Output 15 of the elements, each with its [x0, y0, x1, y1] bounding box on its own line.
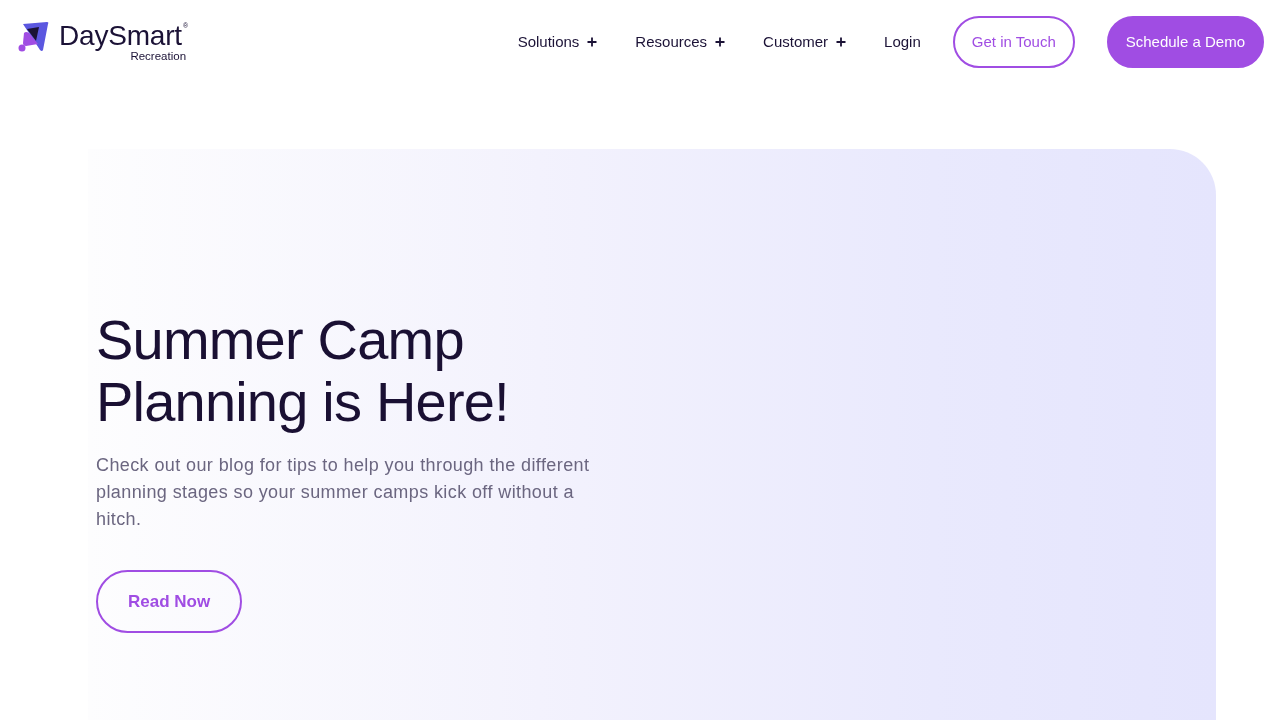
demo-button[interactable]: Schedule a Demo [1106, 15, 1264, 68]
brand-tagline: Recreation [130, 50, 187, 63]
nav-menu-link[interactable]: Customer [763, 33, 847, 50]
nav-menu-link[interactable]: Solutions [517, 33, 598, 50]
plus-icon [715, 36, 726, 47]
logo-icon [18, 22, 49, 52]
contact-button[interactable]: Get in Touch [952, 15, 1075, 68]
read-now-button[interactable]: Read Now [96, 570, 243, 633]
hero-description: Check out our blog for tips to help you through the different planning stages so your summer camps kick off without a hitch. [96, 454, 591, 531]
nav-link[interactable]: Login [884, 33, 921, 50]
nav-menu-link[interactable]: Resources [635, 33, 726, 50]
brand-name: DaySmart [59, 22, 182, 50]
plus-icon [587, 36, 598, 47]
hero-title: Summer Camp Planning is Here! [96, 309, 510, 433]
plus-icon [836, 36, 847, 47]
